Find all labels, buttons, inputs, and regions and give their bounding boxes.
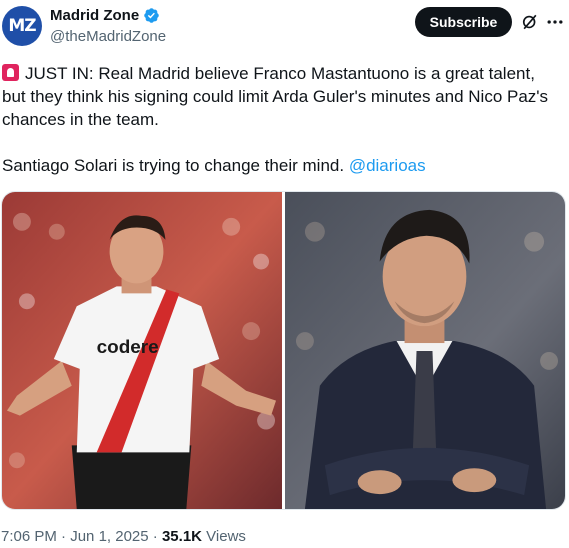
subscribe-button[interactable]: Subscribe: [415, 7, 512, 37]
tweet-text: JUST IN: Real Madrid believe Franco Mast…: [2, 62, 562, 177]
tweet-paragraph-1: JUST IN: Real Madrid believe Franco Mast…: [2, 62, 562, 131]
display-name[interactable]: Madrid Zone: [50, 7, 139, 24]
tweet-header: MZ Madrid Zone @theMadridZone Subscribe: [0, 0, 569, 52]
handle[interactable]: @theMadridZone: [50, 28, 166, 45]
avatar-logo-text: MZ: [8, 16, 36, 36]
views-label: Views: [202, 528, 246, 545]
timestamp-time[interactable]: 7:06 PM: [1, 528, 57, 545]
verified-badge-icon: [144, 8, 159, 23]
police-light-icon: [2, 64, 19, 81]
dots-icon: [547, 20, 563, 24]
more-icon[interactable]: [545, 12, 565, 32]
manager-image: [285, 192, 565, 509]
media-grid: codere: [1, 191, 566, 510]
display-name-row: Madrid Zone: [50, 6, 166, 25]
tweet-paragraph-2: Santiago Solari is trying to change thei…: [2, 154, 562, 177]
photo-manager[interactable]: [285, 192, 565, 509]
meta-separator-2: ·: [148, 528, 162, 545]
grok-icon[interactable]: [520, 12, 540, 32]
photo-player[interactable]: codere: [2, 192, 282, 509]
tweet-line-2: Santiago Solari is trying to change thei…: [2, 156, 349, 175]
views-count: 35.1K: [161, 528, 202, 545]
mention-link[interactable]: @diarioas: [349, 156, 426, 175]
tweet-meta: 7:06 PM · Jun 1, 2025 · 35.1K Views: [1, 528, 246, 545]
player-image: codere: [2, 192, 282, 509]
avatar[interactable]: MZ: [2, 6, 42, 46]
tweet-line-1: JUST IN: Real Madrid believe Franco Mast…: [2, 64, 549, 129]
meta-separator: ·: [56, 528, 71, 545]
timestamp-date[interactable]: Jun 1, 2025: [70, 528, 148, 545]
sponsor-text: codere: [97, 337, 159, 358]
author-names: Madrid Zone @theMadridZone: [50, 6, 166, 45]
